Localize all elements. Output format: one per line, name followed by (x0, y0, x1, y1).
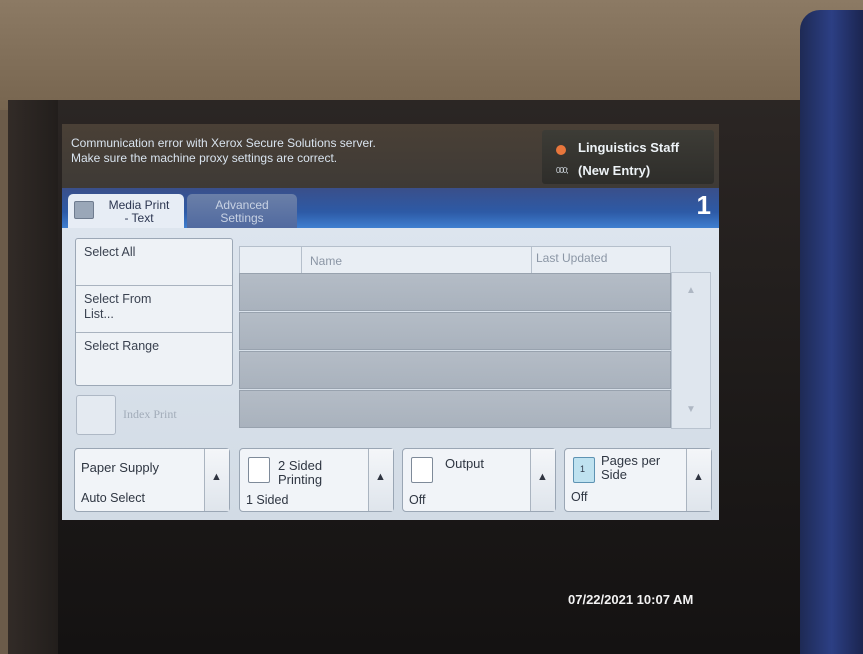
select-from-list-line1: Select From (84, 292, 152, 306)
message-bar: Communication error with Xerox Secure So… (62, 124, 719, 188)
pages-per-side-icon: 1 (573, 457, 595, 483)
tab-advanced-label: Advanced Settings (191, 199, 293, 225)
list-scrollbar: ▲ ▼ (671, 272, 711, 429)
tab-media-print-text[interactable]: Media Print - Text (68, 194, 184, 228)
select-from-list-line2: List... (84, 307, 114, 321)
two-sided-title-line2: Printing (278, 472, 323, 487)
two-sided-printing-button[interactable]: 2 Sided Printing 1 Sided ▲ (239, 448, 394, 512)
output-arrow[interactable]: ▲ (530, 449, 555, 511)
two-sided-value: 1 Sided (246, 493, 289, 507)
pages-per-side-title: Pages per Side (601, 454, 660, 482)
pages-per-side-icon-number: 1 (580, 464, 586, 474)
arrow-up-icon: ▲ (211, 471, 222, 483)
touch-screen: Communication error with Xerox Secure So… (62, 124, 719, 520)
column-name-header[interactable]: Name (310, 254, 342, 268)
tab-advanced-settings[interactable]: Advanced Settings (187, 194, 297, 228)
output-title: Output (445, 456, 485, 471)
scroll-up-button[interactable]: ▲ (672, 273, 710, 309)
select-from-list-button[interactable]: Select From List... (76, 286, 232, 333)
arrow-up-icon: ▲ (693, 471, 704, 483)
paper-supply-button[interactable]: Paper Supply Auto Select ▲ (74, 448, 230, 512)
paper-supply-value: Auto Select (81, 491, 145, 505)
selection-buttons: Select All Select From List... Select Ra… (75, 238, 233, 386)
select-from-list-label: Select From List... (84, 292, 151, 322)
output-value: Off (409, 493, 426, 507)
two-sided-title: 2 Sided Printing (278, 459, 322, 487)
arrow-up-icon: ▲ (537, 471, 548, 483)
list-row[interactable] (239, 312, 671, 350)
media-print-icon (74, 201, 94, 219)
error-message-line2: Make sure the machine proxy settings are… (71, 151, 338, 165)
select-all-label: Select All (84, 245, 136, 259)
user-icon (556, 145, 566, 155)
select-range-button[interactable]: Select Range (76, 333, 232, 385)
pages-per-side-arrow[interactable]: ▲ (686, 449, 711, 511)
two-sided-title-line1: 2 Sided (278, 458, 323, 473)
two-sided-arrow[interactable]: ▲ (368, 449, 393, 511)
user-name: Linguistics Staff (578, 140, 680, 155)
user-info-button[interactable]: Linguistics Staff 000; (New Entry) (542, 130, 714, 184)
output-icon (411, 457, 433, 483)
main-content: Select All Select From List... Select Ra… (62, 228, 719, 520)
panel-blue-trim (800, 10, 863, 654)
tab-advanced-label-line2: Settings (220, 211, 264, 225)
column-divider (301, 247, 302, 273)
pages-per-side-button[interactable]: 1 Pages per Side Off ▲ (564, 448, 712, 512)
list-row[interactable] (239, 273, 671, 311)
arrow-up-icon: ▲ (375, 471, 386, 483)
list-row[interactable] (239, 390, 671, 428)
pages-per-side-title-line2: Side (601, 467, 628, 482)
panel-left-bezel (8, 100, 58, 654)
select-range-label: Select Range (84, 339, 160, 353)
error-message: Communication error with Xerox Secure So… (71, 136, 376, 166)
pages-per-side-title-line1: Pages per (601, 453, 661, 468)
tab-strip: Media Print - Text Advanced Settings 1 (62, 188, 719, 228)
paper-supply-title: Paper Supply (81, 460, 160, 475)
scroll-down-button[interactable]: ▼ (672, 392, 710, 428)
pages-per-side-value: Off (571, 490, 588, 504)
tab-media-print-label-line2: - Text (124, 211, 154, 225)
tab-media-print-label: Media Print - Text (98, 199, 180, 225)
user-entry: (New Entry) (578, 163, 651, 178)
paper-supply-arrow[interactable]: ▲ (204, 449, 229, 511)
date-time-display: 07/22/2021 10:07 AM (568, 592, 694, 607)
index-print-label: Index Print (123, 407, 177, 421)
wall-background (0, 0, 863, 110)
screen-number: 1 (696, 190, 711, 220)
select-all-button[interactable]: Select All (76, 239, 232, 286)
column-divider (531, 247, 532, 273)
error-message-line1: Communication error with Xerox Secure So… (71, 136, 376, 150)
entry-icon: 000; (556, 166, 569, 175)
list-row[interactable] (239, 351, 671, 389)
column-last-updated-header[interactable]: Last Updated (536, 251, 607, 265)
two-sided-icon (248, 457, 270, 483)
file-list-header: Name Last Updated (239, 246, 671, 274)
output-button[interactable]: Output Off ▲ (402, 448, 556, 512)
index-print-checkbox[interactable] (76, 395, 116, 435)
